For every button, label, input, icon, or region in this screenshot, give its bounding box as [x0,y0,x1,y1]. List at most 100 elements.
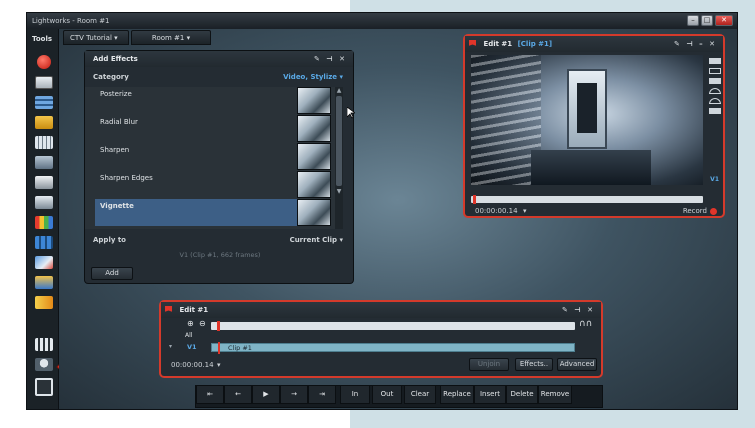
viewer-controls[interactable]: ✎ ⊣ – ✕ [674,36,717,52]
effect-thumbnail [297,87,331,114]
timeline-controls[interactable]: ✎ ⊣ ✕ [562,302,595,318]
effects-list: Posterize Radial Blur Sharpen Sharpen Ed… [85,87,343,229]
bin-tool-icon[interactable] [35,116,53,129]
viewer-header: Edit #1 [Clip #1] ✎ ⊣ – ✕ [465,36,723,52]
video-door-inner [577,83,597,133]
effect-thumbnail [297,143,331,170]
step-forward-button[interactable]: → [280,385,308,404]
list-item[interactable]: Radial Blur [95,115,295,142]
grid-tool-icon[interactable] [35,236,53,249]
loop-icon[interactable] [709,88,721,94]
minimize-button[interactable]: – [687,15,699,26]
timeline-playhead-marker[interactable] [217,321,220,331]
scroll-thumb[interactable] [336,96,342,186]
rack-tool-icon[interactable] [35,156,53,169]
track-expand-icon[interactable]: ▾ [169,343,172,350]
table-tool-icon[interactable] [35,136,53,149]
in-button[interactable]: In [340,385,370,404]
window-titlebar: Lightworks - Room #1 – □ ✕ [27,13,737,29]
timeline-timecode[interactable]: 00:00:00.14 [171,361,214,369]
record-icon[interactable] [710,208,717,215]
viewer-timecode-menu[interactable]: ▾ [523,207,527,215]
panel-icon[interactable] [709,78,721,84]
folder-icon[interactable] [709,58,721,64]
clear-button[interactable]: Clear [404,385,436,404]
tab-room-1[interactable]: Room #1 ▾ [131,30,211,45]
red-flag-icon [165,305,172,312]
export-tool-icon[interactable] [35,196,53,209]
meters-tool-icon[interactable] [35,216,53,229]
scroll-down-icon[interactable]: ▼ [335,188,343,195]
window-icon[interactable] [709,68,721,74]
loop-alt-icon[interactable] [709,98,721,104]
apply-to-dropdown[interactable]: Current Clip ▾ [290,236,343,244]
add-effects-controls[interactable]: ✎ ⊣ ✕ [314,51,347,67]
arrow-tool-icon[interactable] [35,296,53,309]
level-icon[interactable] [709,108,721,114]
list-item[interactable]: Sharpen [95,143,295,170]
advanced-button[interactable]: Advanced [557,358,597,371]
timeline-panel: Edit #1 ✎ ⊣ ✕ ⊕ ⊖ All ∩∩ ▾ V1 Clip #1 00… [161,302,601,376]
room-tabs: CTV Tutorial ▾ Room #1 ▾ [63,30,211,45]
tab-ctv-tutorial[interactable]: CTV Tutorial ▾ [63,30,129,45]
sequence-tool-icon[interactable] [35,96,53,109]
zoom-out-icon[interactable]: ⊖ [199,319,206,328]
apply-to-label: Apply to [93,236,126,244]
list-item-selected[interactable]: Vignette [95,199,297,226]
add-effects-header: Add Effects ✎ ⊣ ✕ [85,51,353,67]
scroll-up-icon[interactable]: ▲ [335,87,343,94]
play-button[interactable]: ▶ [252,385,280,404]
add-effects-title: Add Effects [93,55,138,63]
viewer-clip-label: [Clip #1] [517,40,553,48]
all-label[interactable]: All [185,332,192,339]
replace-button[interactable]: Replace [440,385,474,404]
timeline-header: Edit #1 ✎ ⊣ ✕ [161,302,601,318]
print-tool-icon[interactable] [35,176,53,189]
import-tool-icon[interactable] [35,76,53,89]
remove-button[interactable]: Remove [538,385,572,404]
go-to-end-button[interactable]: ⇥ [308,385,336,404]
effects-tool-icon[interactable] [35,256,53,269]
viewer-side-tools [709,58,721,158]
effect-thumbnail [297,171,331,198]
record-label[interactable]: Record [683,207,707,215]
insert-button[interactable]: Insert [474,385,506,404]
close-button[interactable]: ✕ [715,15,733,26]
list-scrollbar[interactable]: ▲ ▼ [335,87,343,229]
timeline-timecode-menu[interactable]: ▾ [217,361,221,369]
out-button[interactable]: Out [372,385,402,404]
timeline-ruler[interactable] [211,321,575,331]
viewer-title: Edit #1 [483,40,513,48]
viewer-panel: Edit #1 [Clip #1] ✎ ⊣ – ✕ 00:00:00.14 ▾ … [465,36,723,216]
add-button[interactable]: Add [91,267,133,280]
list-item[interactable]: Posterize [95,87,295,114]
keypad-tool-icon[interactable] [35,338,53,351]
go-to-start-button[interactable]: ⇤ [196,385,224,404]
timeline-title: Edit #1 [179,306,209,314]
record-tool-icon[interactable] [37,55,51,69]
clip-info-text: V1 (Clip #1, 662 frames) [179,251,261,259]
maximize-button[interactable]: □ [701,15,713,26]
timeline-track-v1[interactable]: Clip #1 [211,342,575,354]
loop-icon[interactable]: ∩∩ [579,319,592,329]
zoom-in-icon[interactable]: ⊕ [187,319,194,328]
video-frame [471,55,703,185]
mouse-cursor-icon [347,107,355,119]
track-label-v1[interactable]: V1 [187,343,197,351]
list-item[interactable]: Sharpen Edges [95,171,295,198]
tree-tool-icon[interactable] [35,276,53,289]
users-tool-icon[interactable] [35,358,53,371]
track-playhead-line [218,342,220,354]
window-title: Lightworks - Room #1 [32,17,110,25]
effect-label: Sharpen [100,146,130,154]
unjoin-button[interactable]: Unjoin [469,358,509,371]
category-dropdown[interactable]: Video, Stylize ▾ [283,73,343,81]
step-back-button[interactable]: ← [224,385,252,404]
viewer-scrub-bar[interactable] [471,195,703,204]
effects-button[interactable]: Effects.. [515,358,553,371]
viewer-timecode[interactable]: 00:00:00.14 [475,207,518,215]
playhead-marker[interactable] [473,195,476,204]
effect-thumbnail [297,199,331,226]
exit-tool-icon[interactable] [35,378,53,396]
delete-button[interactable]: Delete [506,385,538,404]
